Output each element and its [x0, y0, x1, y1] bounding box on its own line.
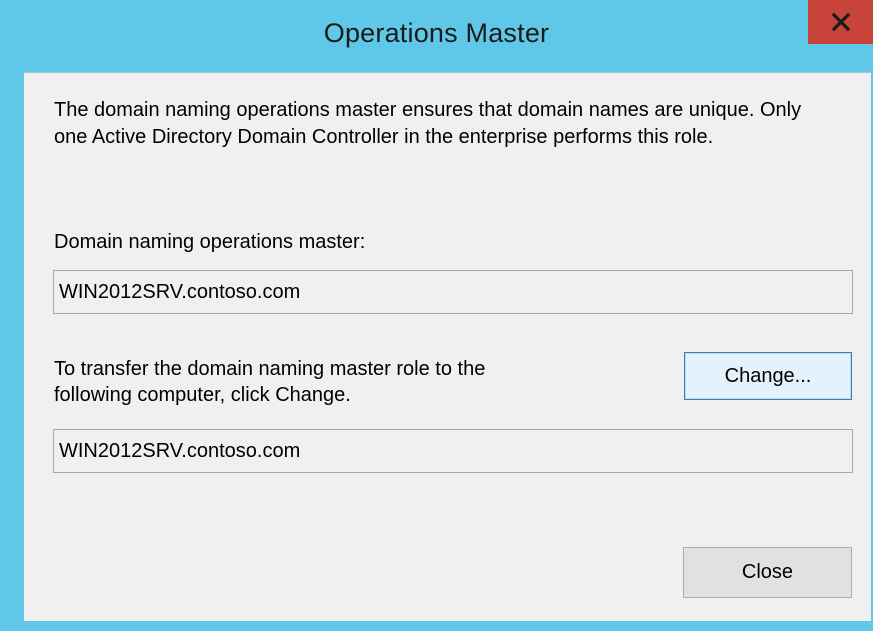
transfer-label-line-1: To transfer the domain naming master rol… — [54, 358, 486, 380]
dialog-body: The domain naming operations master ensu… — [24, 72, 871, 621]
current-master-field[interactable]: WIN2012SRV.contoso.com — [53, 270, 853, 314]
window-close-button[interactable] — [808, 0, 873, 44]
window-title: Operations Master — [323, 18, 550, 48]
current-master-label: Domain naming operations master: — [54, 231, 366, 253]
close-icon — [831, 12, 850, 32]
target-computer-field[interactable]: WIN2012SRV.contoso.com — [53, 429, 853, 473]
title-bar[interactable]: Operations Master — [0, 0, 873, 72]
transfer-label-line-2: following computer, click Change. — [54, 384, 351, 406]
operations-master-window: Operations Master The domain naming oper… — [0, 0, 873, 631]
change-button[interactable]: Change... — [684, 352, 852, 400]
close-button[interactable]: Close — [683, 547, 852, 598]
role-description: The domain naming operations master ensu… — [54, 99, 802, 148]
